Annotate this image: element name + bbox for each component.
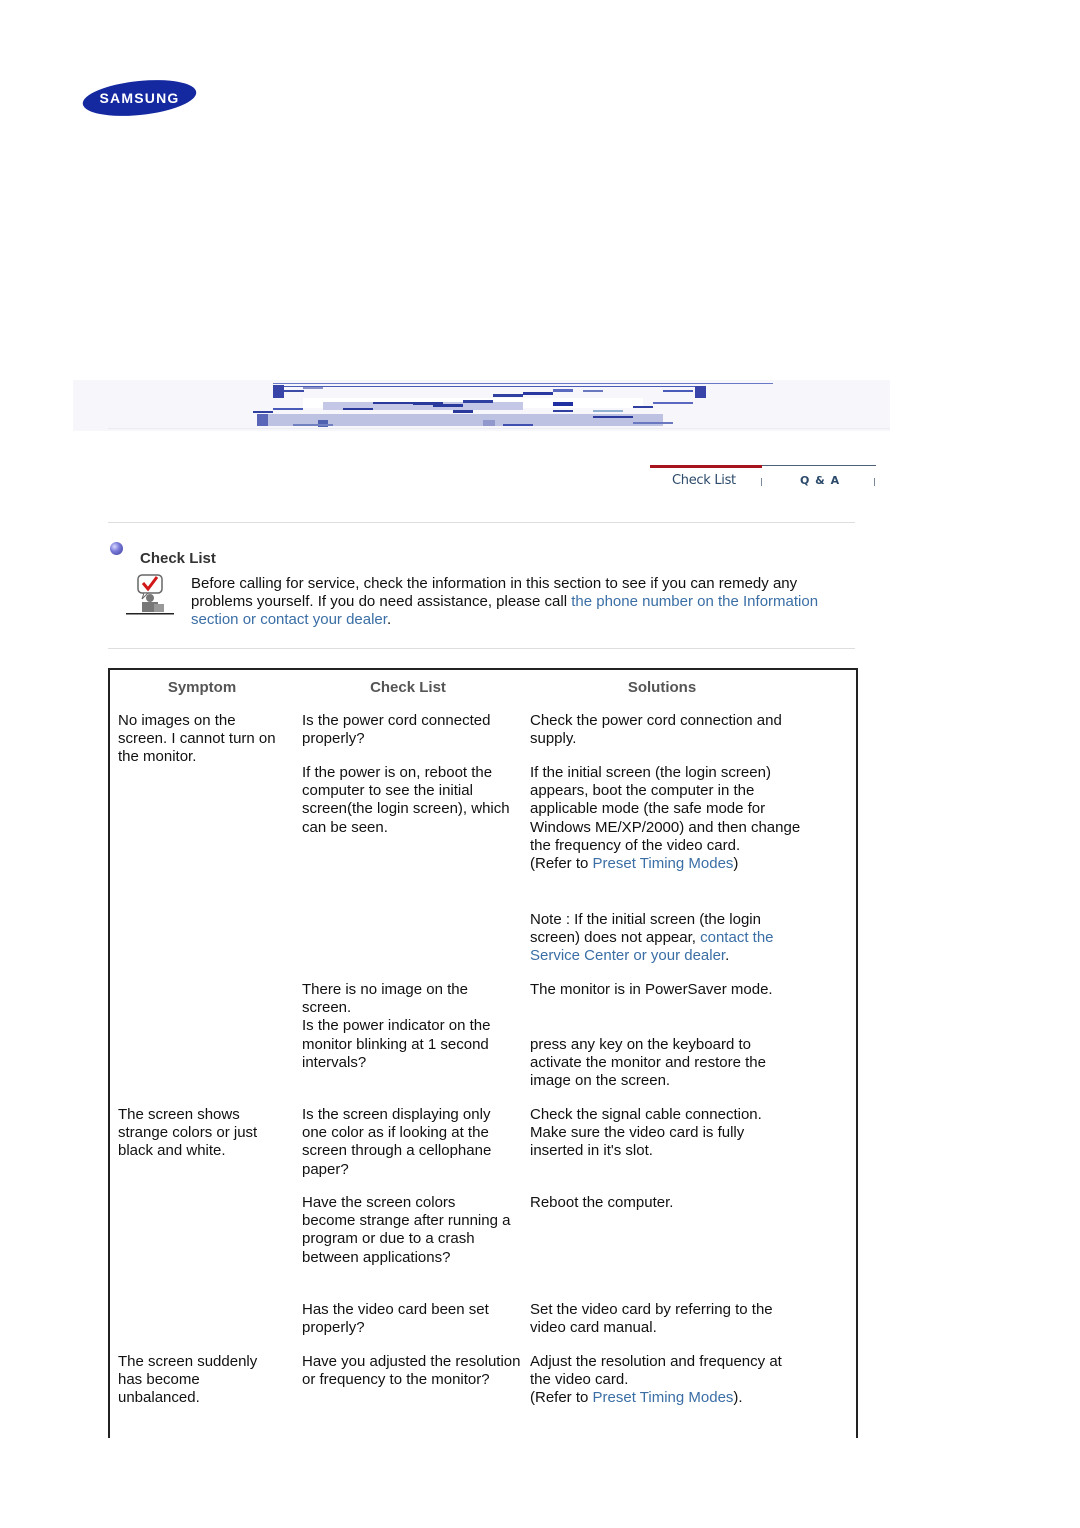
check-cell: Is the screen displaying only one color … — [302, 1106, 492, 1178]
samsung-logo[interactable]: SAMSUNG — [81, 78, 198, 118]
solution-note: Note : If the initial screen (the login … — [530, 911, 792, 966]
solution-cell: Set the video card by referring to the v… — [530, 1301, 773, 1337]
solution-cell: Adjust the resolution and frequency at t… — [530, 1353, 795, 1408]
check-text: There is no image on the screen. — [302, 981, 468, 1017]
solution-cell: Check the signal cable connection. Make … — [530, 1106, 762, 1160]
tab-bar-line — [762, 465, 876, 466]
tab-separator — [874, 478, 875, 486]
solution-cell: press any key on the keyboard to activat… — [530, 1036, 766, 1090]
solution-cell: Reboot the computer. — [530, 1194, 674, 1211]
header-solutions: Solutions — [627, 679, 697, 696]
check-cell: Is the power cord connected properly? — [302, 712, 491, 748]
tab-active-indicator — [650, 465, 762, 468]
note-suffix: . — [725, 947, 730, 965]
symptom-cell: No images on the screen. I cannot turn o… — [118, 712, 276, 766]
reference-prefix: (Refer to — [530, 1389, 593, 1407]
preset-timing-modes-link[interactable]: Preset Timing Modes — [593, 1389, 734, 1406]
intro-suffix: . — [386, 611, 392, 629]
solution-reference: (Refer to Preset Timing Modes) — [530, 855, 805, 873]
solution-cell: If the initial screen (the login screen)… — [530, 764, 805, 873]
reference-suffix: ). — [733, 1389, 743, 1407]
tab-bar: Check List Q & A — [650, 465, 876, 495]
symptom-cell: The screen suddenly has become unbalance… — [118, 1353, 258, 1407]
header-banner — [73, 380, 890, 431]
divider-top — [108, 522, 855, 523]
solution-text: Adjust the resolution and frequency at t… — [530, 1353, 782, 1389]
section-intro: Before calling for service, check the in… — [191, 575, 861, 630]
reference-suffix: ) — [733, 855, 739, 873]
check-cell: Have the screen colors become strange af… — [302, 1194, 511, 1266]
check-cell: If the power is on, reboot the computer … — [302, 764, 510, 836]
tab-separator — [761, 478, 762, 486]
solution-cell: Check the power cord connection and supp… — [530, 712, 782, 748]
solution-cell: The monitor is in PowerSaver mode. — [530, 981, 773, 998]
check-text: Is the power indicator on the monitor bl… — [302, 1017, 491, 1071]
tab-check-list[interactable]: Check List — [672, 473, 736, 488]
bullet-icon — [110, 542, 123, 555]
divider-bottom — [108, 648, 855, 649]
tab-q-and-a[interactable]: Q & A — [800, 474, 840, 487]
checklist-person-icon — [126, 574, 174, 615]
symptom-cell: The screen shows strange colors or just … — [118, 1106, 258, 1160]
check-cell: Has the video card been set properly? — [302, 1301, 489, 1337]
section-title: Check List — [140, 550, 216, 567]
check-cell: Have you adjusted the resolution or freq… — [302, 1353, 521, 1389]
banner-graphic — [253, 383, 773, 427]
check-cell: There is no image on the screen. Is the … — [302, 981, 517, 1072]
solution-reference: (Refer to Preset Timing Modes). — [530, 1389, 795, 1407]
logo-text: SAMSUNG — [100, 90, 180, 106]
banner-underline — [108, 428, 890, 429]
header-check-list: Check List — [370, 679, 446, 696]
preset-timing-modes-link[interactable]: Preset Timing Modes — [593, 855, 734, 872]
header-symptom: Symptom — [167, 679, 237, 696]
reference-prefix: (Refer to — [530, 855, 593, 873]
solution-text: If the initial screen (the login screen)… — [530, 764, 801, 854]
